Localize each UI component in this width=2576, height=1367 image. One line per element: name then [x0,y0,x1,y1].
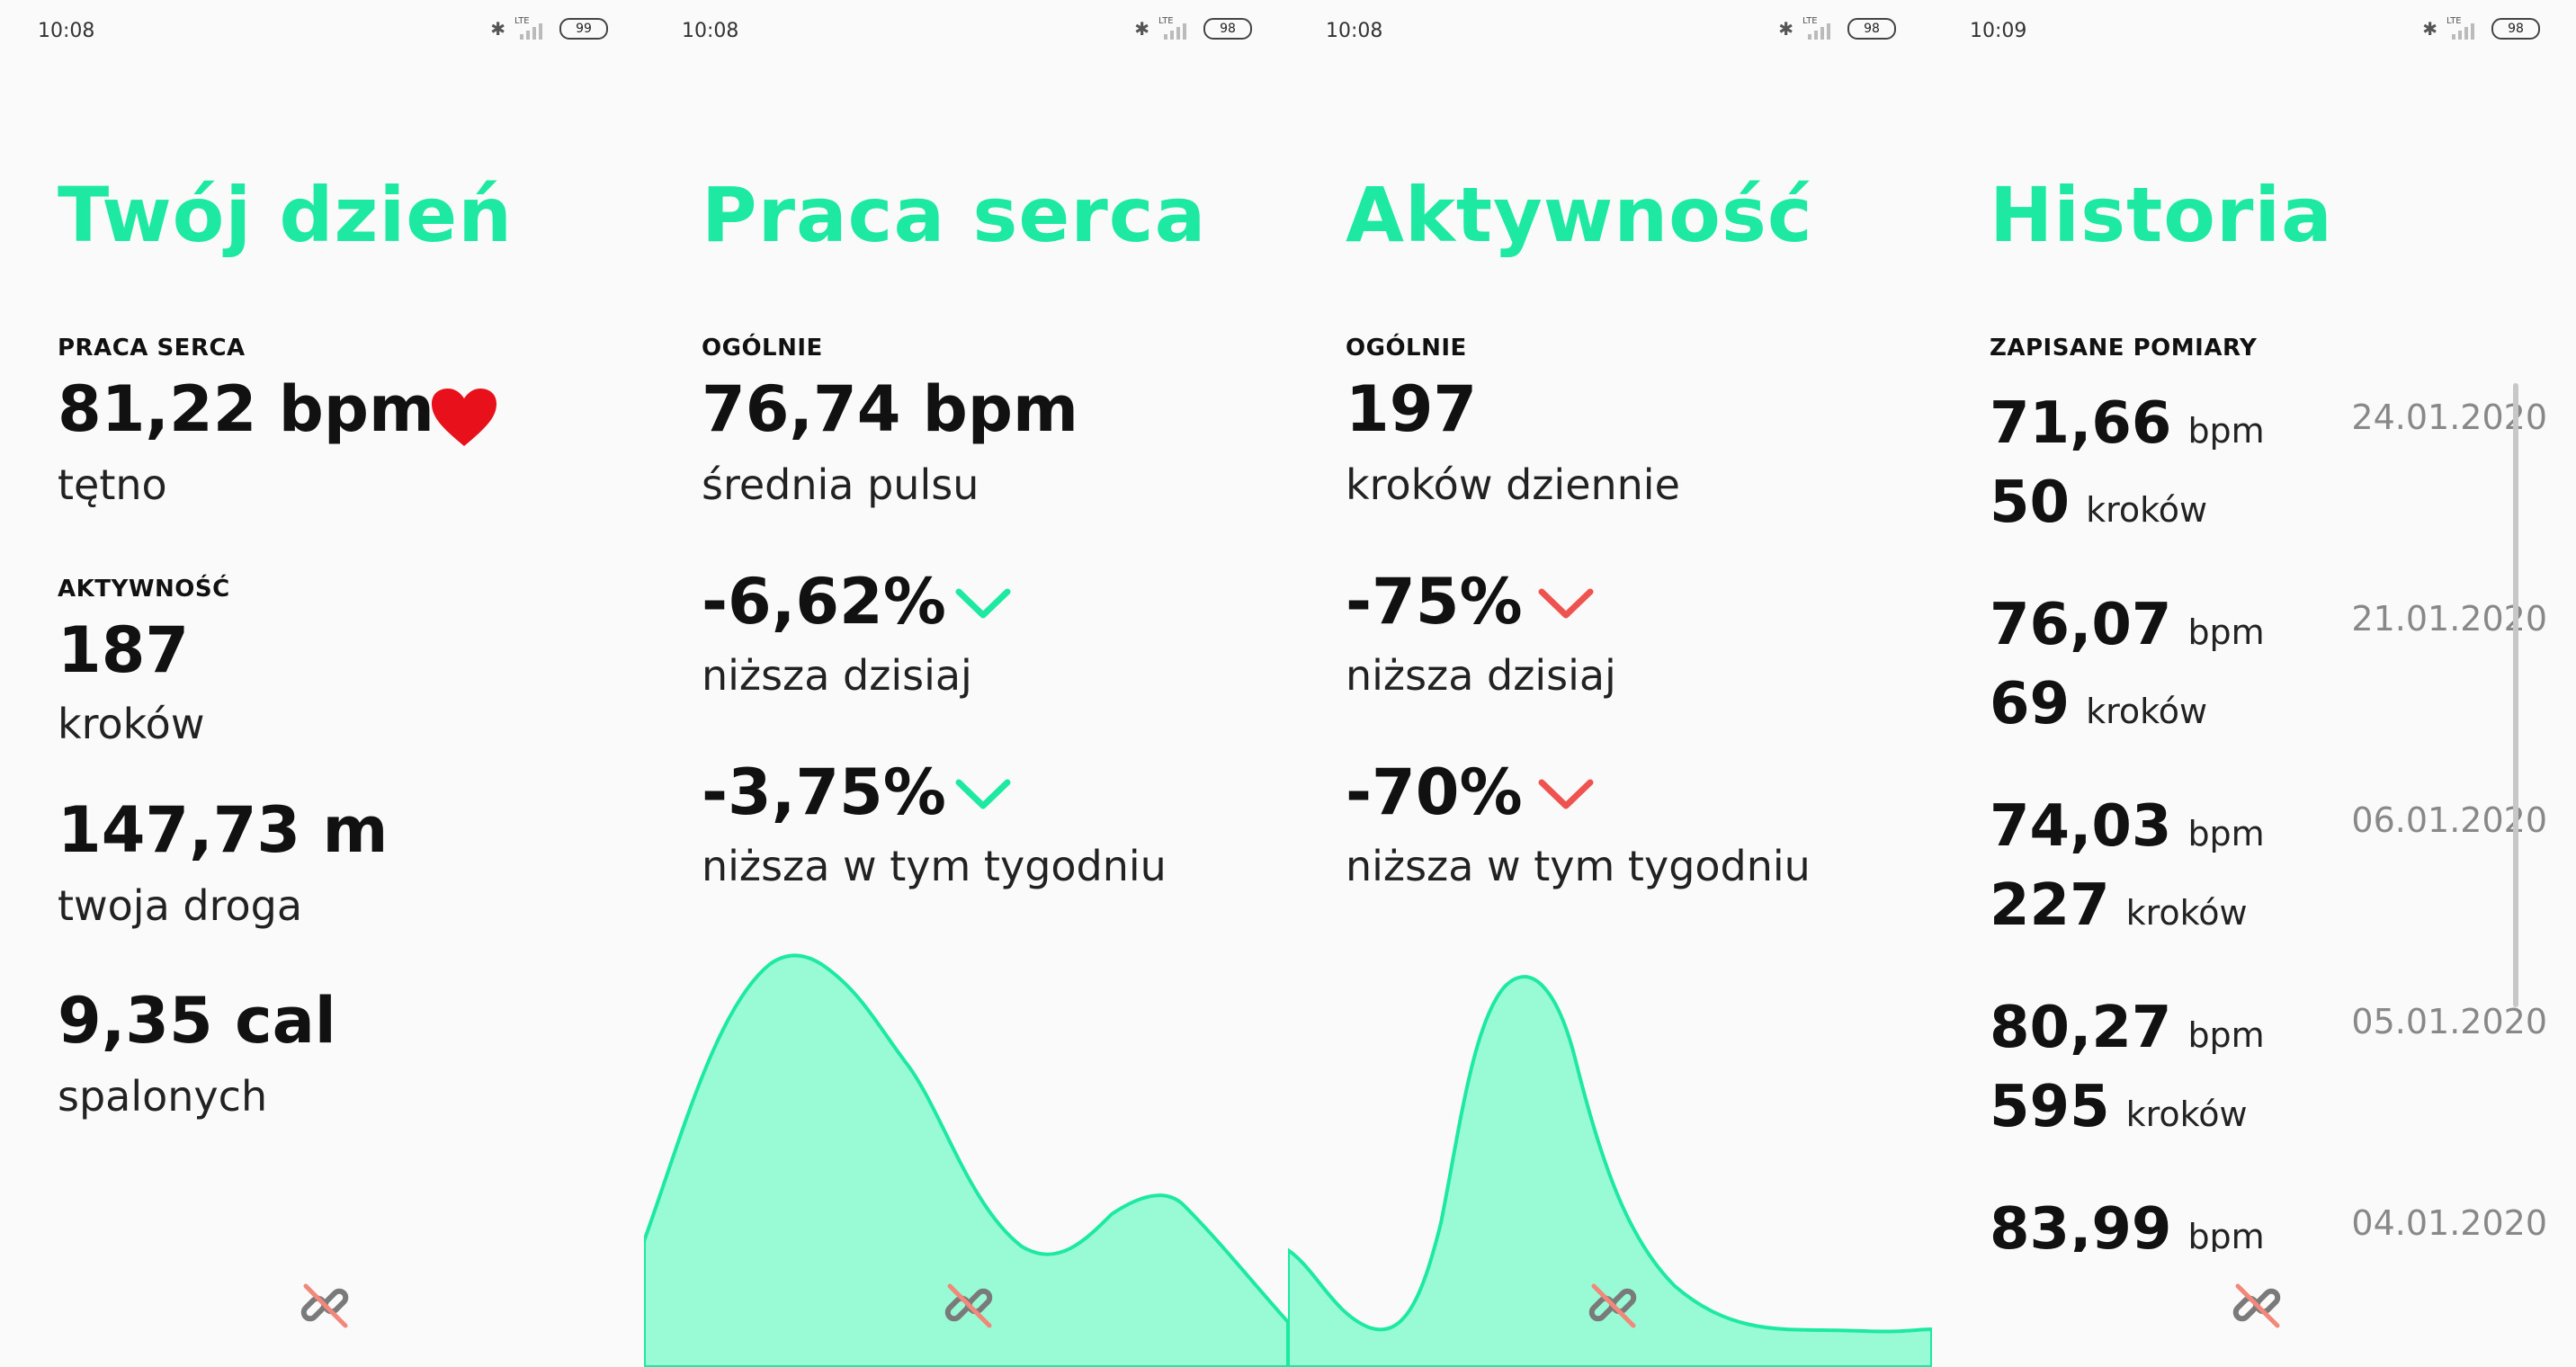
today-change-value: -6,62% [702,565,946,639]
page-title: Aktywność [1346,171,1813,259]
status-bar: 10:08 ✱ LTE 98 [1288,0,1932,61]
calories-caption: spalonych [58,1072,268,1121]
week-change-value: -70% [1346,755,1523,829]
screen-twoj-dzien[interactable]: 10:08 ✱ LTE 99 Twój dzień PRACA SERCA 81… [0,0,644,1367]
page-title: Praca serca [702,171,1207,259]
calories-value: 9,35 cal [58,984,336,1058]
broken-link-icon[interactable] [295,1275,354,1335]
broken-link-icon[interactable] [1583,1275,1642,1335]
bluetooth-icon: ✱ [1778,18,1793,40]
section-label-activity: AKTYWNOŚĆ [58,576,230,603]
history-bpm: 74,03 [1990,793,2172,860]
bpm-unit: bpm [2187,411,2265,451]
section-label-heart: PRACA SERCA [58,335,246,362]
history-steps: 69 [1990,671,2071,737]
screen-historia[interactable]: 10:09 ✱ LTE 98 Historia ZAPISANE POMIARY… [1932,0,2576,1367]
broken-link-icon[interactable] [939,1275,998,1335]
battery-icon: 98 [2491,18,2540,40]
section-label-overall: OGÓLNIE [702,335,823,362]
history-entry[interactable]: 83,99 bpm 04.01.2020 [1990,1196,2547,1252]
chevron-down-icon [955,779,1011,809]
page-title: Historia [1990,171,2333,259]
chevron-down-icon [1538,779,1594,809]
signal-icon: LTE [2446,16,2482,40]
history-date: 05.01.2020 [2351,1002,2547,1041]
history-entry[interactable]: 71,66 bpm 50 kroków 24.01.2020 [1990,390,2547,588]
steps-unit: kroków [2086,692,2208,731]
status-time: 10:08 [1326,20,1383,42]
history-bpm: 83,99 [1990,1196,2172,1252]
history-entry[interactable]: 74,03 bpm 227 kroków 06.01.2020 [1990,793,2547,991]
history-scrollbar[interactable] [2513,383,2518,1007]
history-entry[interactable]: 80,27 bpm 595 kroków 05.01.2020 [1990,995,2547,1193]
bpm-unit: bpm [2187,1217,2265,1252]
bpm-unit: bpm [2187,1015,2265,1055]
daily-steps-caption: kroków dziennie [1346,460,1680,509]
heart-icon [432,389,496,446]
history-bpm: 71,66 [1990,390,2172,457]
history-list[interactable]: 71,66 bpm 50 kroków 24.01.2020 76,07 bpm 69… [1932,378,2576,1252]
steps-unit: kroków [2086,490,2208,530]
bluetooth-icon: ✱ [2422,18,2437,40]
distance-caption: twoja droga [58,881,303,930]
history-steps: 595 [1990,1074,2110,1140]
status-time: 10:09 [1970,20,2027,42]
history-steps: 50 [1990,469,2071,536]
bluetooth-icon: ✱ [1134,18,1149,40]
steps-caption: kroków [58,700,205,748]
status-icons: ✱ LTE 99 [490,16,608,40]
week-change-value: -3,75% [702,755,946,829]
today-change-caption: niższa dzisiaj [1346,651,1616,700]
week-change-caption: niższa w tym tygodniu [1346,842,1811,890]
section-label-overall: OGÓLNIE [1346,335,1467,362]
signal-icon: LTE [1158,16,1194,40]
screen-aktywnosc[interactable]: 10:08 ✱ LTE 98 Aktywność OGÓLNIE 197 kro… [1288,0,1932,1367]
battery-icon: 98 [1847,18,1896,40]
bpm-unit: bpm [2187,612,2265,652]
daily-steps-value: 197 [1346,372,1478,446]
broken-link-icon[interactable] [2227,1275,2286,1335]
bpm-unit: bpm [2187,814,2265,853]
history-bpm: 76,07 [1990,592,2172,658]
chevron-down-icon [1538,588,1594,619]
steps-unit: kroków [2125,893,2248,933]
history-bpm: 80,27 [1990,995,2172,1061]
status-time: 10:08 [682,20,739,42]
heart-rate-value: 81,22 bpm [58,372,434,446]
bluetooth-icon: ✱ [490,18,505,40]
chevron-down-icon [955,588,1011,619]
status-bar: 10:08 ✱ LTE 99 [0,0,644,61]
steps-unit: kroków [2125,1094,2248,1134]
status-icons: ✱ LTE 98 [2422,16,2540,40]
status-bar: 10:09 ✱ LTE 98 [1932,0,2576,61]
app-screens: 10:08 ✱ LTE 99 Twój dzień PRACA SERCA 81… [0,0,2576,1367]
average-pulse-caption: średnia pulsu [702,460,979,509]
steps-value: 187 [58,613,190,687]
signal-icon: LTE [1802,16,1838,40]
status-icons: ✱ LTE 98 [1134,16,1252,40]
today-change-value: -75% [1346,565,1523,639]
battery-icon: 99 [559,18,608,40]
history-date: 04.01.2020 [2351,1203,2547,1243]
screen-praca-serca[interactable]: 10:08 ✱ LTE 98 Praca serca OGÓLNIE 76,74… [644,0,1288,1367]
status-icons: ✱ LTE 98 [1778,16,1896,40]
section-label-saved: ZAPISANE POMIARY [1990,335,2258,362]
status-bar: 10:08 ✱ LTE 98 [644,0,1288,61]
signal-icon: LTE [514,16,550,40]
distance-value: 147,73 m [58,793,389,867]
history-entry[interactable]: 76,07 bpm 69 kroków 21.01.2020 [1990,592,2547,790]
heart-rate-caption: tętno [58,460,167,509]
battery-icon: 98 [1203,18,1252,40]
average-pulse-value: 76,74 bpm [702,372,1078,446]
week-change-caption: niższa w tym tygodniu [702,842,1167,890]
today-change-caption: niższa dzisiaj [702,651,972,700]
page-title: Twój dzień [58,171,514,259]
status-time: 10:08 [38,20,95,42]
history-steps: 227 [1990,872,2110,939]
